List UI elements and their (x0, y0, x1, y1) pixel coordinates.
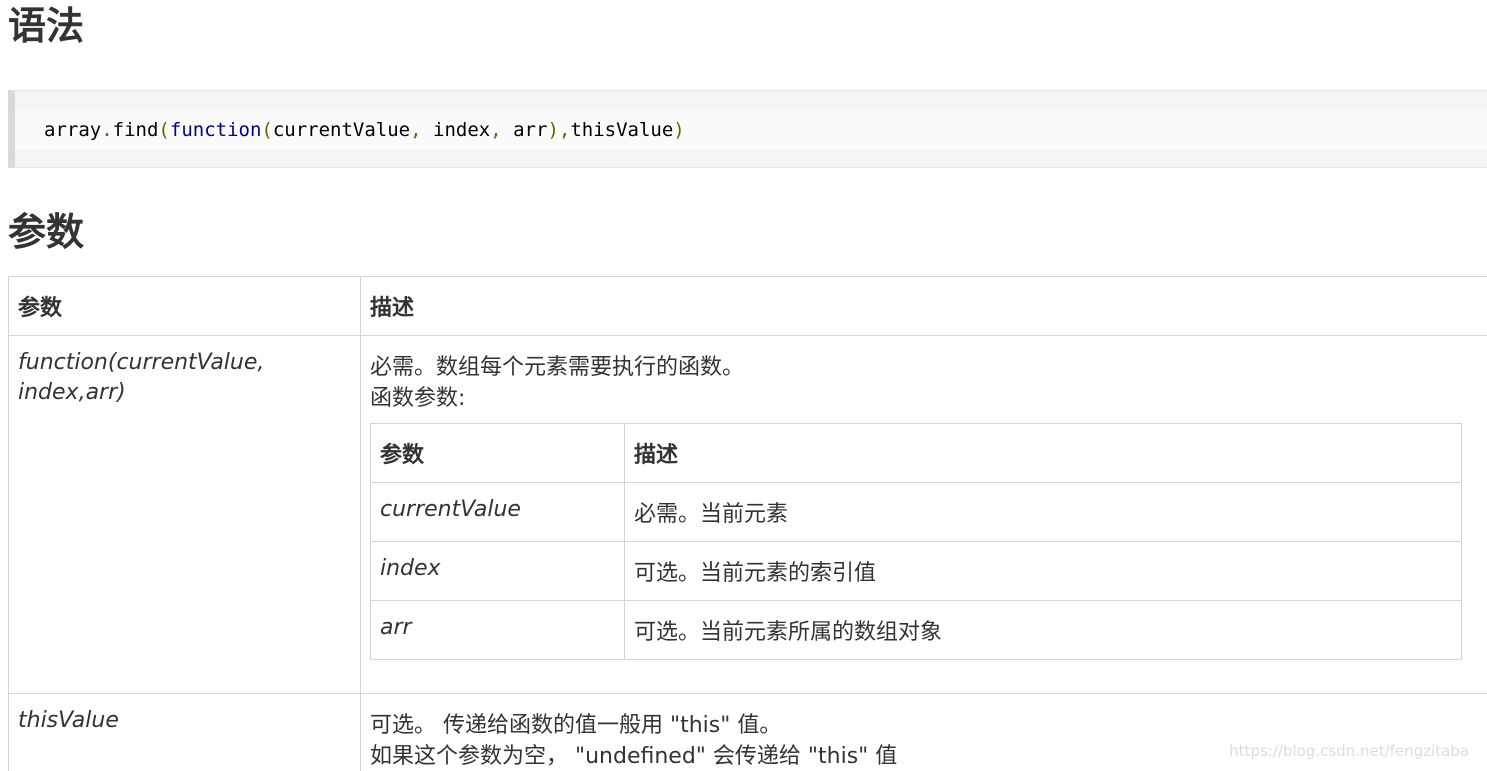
code-token-thisvalue: thisValue (570, 119, 674, 141)
sub-header-row: 参数 描述 (370, 423, 1462, 483)
code-token-comma-2: , (490, 119, 502, 141)
code-token-paren-close-2: ) (673, 119, 685, 141)
sub-param-desc: 必需。当前元素 (624, 482, 1462, 542)
param-name-function: function(currentValue, index,arr) (8, 335, 361, 694)
header-param: 参数 (8, 276, 361, 336)
code-token-currentvalue: currentValue (272, 119, 411, 141)
code-block: array.find(function(currentValue, index,… (8, 90, 1487, 168)
sub-param-desc: 可选。当前元素所属的数组对象 (624, 600, 1462, 660)
table-row: index 可选。当前元素的索引值 (370, 541, 1462, 601)
code-token-find: find (112, 119, 159, 141)
table-row: arr 可选。当前元素所属的数组对象 (370, 600, 1462, 660)
code-token-comma: , (410, 119, 422, 141)
syntax-heading: 语法 (8, 4, 85, 48)
params-table: 参数 描述 function(currentValue, index,arr) … (8, 276, 1487, 771)
watermark: https://blog.csdn.net/fengzitaba (1229, 742, 1469, 760)
param-desc-function: 必需。数组每个元素需要执行的函数。 函数参数: 参数 描述 currentVal… (360, 335, 1487, 694)
code-line: array.find(function(currentValue, index,… (44, 118, 685, 142)
code-token-paren-open: ( (158, 119, 170, 141)
header-desc: 描述 (360, 276, 1487, 336)
code-token-arr: arr (501, 119, 548, 141)
sub-param-desc: 可选。当前元素的索引值 (624, 541, 1462, 601)
param-name-thisvalue: thisValue (8, 693, 361, 771)
sub-param-name: arr (370, 600, 625, 660)
code-token-paren-close: ) (547, 119, 559, 141)
sub-header-param: 参数 (370, 423, 625, 483)
page: 语法 array.find(function(currentValue, ind… (0, 0, 1487, 771)
desc-line: 函数参数: (370, 386, 466, 411)
code-token-dot: . (101, 119, 113, 141)
code-token-comma-3: , (558, 119, 571, 141)
code-token-paren-open-2: ( (261, 119, 273, 141)
sub-param-name: index (370, 541, 625, 601)
table-row: function(currentValue, index,arr) 必需。数组每… (8, 335, 1487, 694)
code-token-index: index (421, 119, 491, 141)
sub-param-name: currentValue (370, 482, 625, 542)
table-row: currentValue 必需。当前元素 (370, 482, 1462, 542)
code-token-function: function (169, 119, 262, 141)
params-heading: 参数 (8, 210, 85, 254)
desc-line: 必需。数组每个元素需要执行的函数。 (370, 355, 745, 380)
callback-params-table: 参数 描述 currentValue 必需。当前元素 index 可选。当前元素… (370, 423, 1462, 660)
code-token-array: array (44, 119, 102, 141)
desc-line: 可选。 传递给函数的值一般用 "this" 值。 (370, 713, 782, 738)
sub-header-desc: 描述 (624, 423, 1462, 483)
table-header-row: 参数 描述 (8, 276, 1487, 336)
